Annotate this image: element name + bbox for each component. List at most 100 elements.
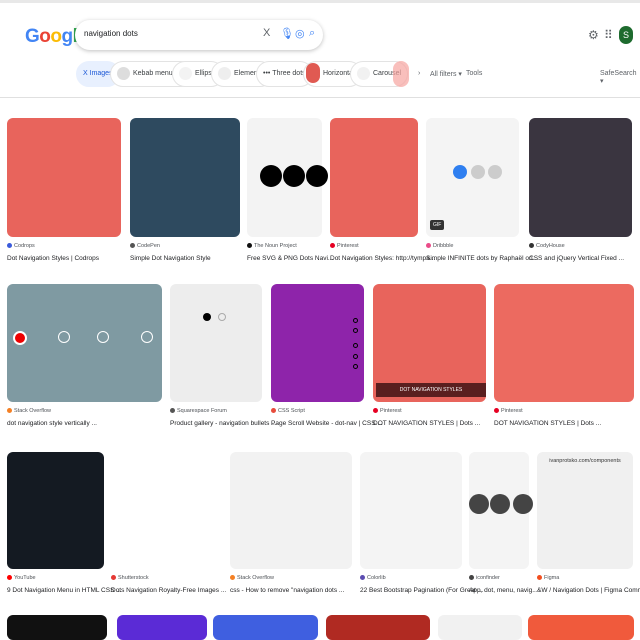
clear-icon[interactable]: X <box>263 27 270 39</box>
result-image[interactable] <box>326 615 430 640</box>
result-title[interactable]: Dot Navigation Styles: http://tympa... <box>330 255 435 262</box>
dot-graphic <box>141 331 153 343</box>
all-filters-button[interactable]: All filters ▾ <box>430 70 462 78</box>
tools-button[interactable]: Tools <box>466 70 482 77</box>
result-title[interactable]: Product gallery - navigation bullets ... <box>170 420 277 427</box>
favicon-icon <box>170 408 175 414</box>
result-title[interactable]: Free SVG & PNG Dots Navi... <box>247 255 333 262</box>
result-image[interactable] <box>528 615 634 640</box>
result-image[interactable] <box>7 452 104 569</box>
result-source[interactable]: iconfinder <box>469 575 500 581</box>
result-title[interactable]: &W / Navigation Dots | Figma Commu... <box>537 587 640 594</box>
favicon-icon <box>111 575 116 581</box>
lens-icon[interactable]: ◎ <box>295 27 305 40</box>
result-source[interactable]: YouTube <box>7 575 36 581</box>
result-title[interactable]: Dots Navigation Royalty-Free Images ... <box>111 587 226 594</box>
result-title[interactable]: DOT NAVIGATION STYLES | Dots ... <box>373 420 480 427</box>
result-source[interactable]: Codrops <box>7 243 35 249</box>
result-image[interactable] <box>7 284 162 402</box>
source-label: CodePen <box>137 243 160 249</box>
dot-graphic <box>513 494 533 514</box>
source-label: The Noun Project <box>254 243 297 249</box>
source-label: CodyHouse <box>536 243 565 249</box>
result-image[interactable] <box>170 284 262 402</box>
chip-thumb <box>179 66 192 80</box>
result-image[interactable] <box>7 118 121 237</box>
dot-graphic <box>453 165 467 179</box>
result-source[interactable]: Squarespace Forum <box>170 408 227 414</box>
result-title[interactable]: Simple INFINITE dots by Raphaël on... <box>426 255 538 262</box>
favicon-icon <box>7 408 12 414</box>
result-title[interactable]: css - How to remove "navigation dots ... <box>230 587 344 594</box>
result-image[interactable] <box>111 452 222 569</box>
top-border <box>0 0 640 3</box>
source-label: Codrops <box>14 243 35 249</box>
avatar[interactable]: S <box>619 26 633 44</box>
result-title[interactable]: 22 Best Bootstrap Pagination (For Great … <box>360 587 483 594</box>
dot-graphic <box>13 331 27 345</box>
result-source[interactable]: Stack Overflow <box>230 575 274 581</box>
source-label: Pinterest <box>380 408 402 414</box>
result-title[interactable]: CSS and jQuery Vertical Fixed ... <box>529 255 624 262</box>
result-image[interactable] <box>330 118 418 237</box>
result-image[interactable] <box>117 615 207 640</box>
source-label: Stack Overflow <box>14 408 51 414</box>
favicon-icon <box>7 243 12 249</box>
dot-graphic <box>306 165 328 187</box>
dot-graphic <box>490 494 510 514</box>
result-title[interactable]: Dot Navigation Styles | Codrops <box>7 255 99 262</box>
result-source[interactable]: Stack Overflow <box>7 408 51 414</box>
dot-graphic <box>469 494 489 514</box>
settings-icon[interactable]: ⚙ <box>588 28 599 42</box>
result-image[interactable] <box>230 452 352 569</box>
chips-next-button[interactable]: › <box>418 70 420 77</box>
result-image[interactable] <box>537 452 633 569</box>
search-box[interactable]: navigation dots X 🎙 ◎ ⌕ <box>75 20 323 50</box>
safesearch-button[interactable]: SafeSearch ▾ <box>600 70 640 85</box>
divider <box>0 97 640 98</box>
result-source[interactable]: CodyHouse <box>529 243 565 249</box>
result-image[interactable] <box>271 284 364 402</box>
result-image[interactable] <box>360 452 462 569</box>
apps-icon[interactable]: ⠿ <box>604 28 613 42</box>
favicon-icon <box>247 243 252 249</box>
result-image[interactable] <box>130 118 240 237</box>
result-source[interactable]: Pinterest <box>494 408 523 414</box>
result-source[interactable]: Pinterest <box>373 408 402 414</box>
result-image[interactable] <box>494 284 634 402</box>
chip-more-thumb[interactable] <box>393 61 409 87</box>
result-source[interactable]: The Noun Project <box>247 243 297 249</box>
result-title[interactable]: DOT NAVIGATION STYLES | Dots ... <box>494 420 601 427</box>
chip-thumb <box>306 63 320 84</box>
result-title[interactable]: Page Scroll Website - dot-nav | CSS ... <box>271 420 383 427</box>
dots-icon: ••• <box>263 70 271 77</box>
dot-graphic <box>353 354 358 359</box>
result-source[interactable]: CSS Script <box>271 408 305 414</box>
chip-thumb <box>357 66 370 80</box>
result-source[interactable]: Colorlib <box>360 575 386 581</box>
favicon-icon <box>271 408 276 414</box>
result-source[interactable]: Pinterest <box>330 243 359 249</box>
result-source[interactable]: Shutterstock <box>111 575 149 581</box>
result-title[interactable]: 9 Dot Navigation Menu in HTML CSS ... <box>7 587 122 594</box>
result-image[interactable] <box>213 615 318 640</box>
favicon-icon <box>494 408 499 414</box>
result-source[interactable]: Figma <box>537 575 559 581</box>
result-image[interactable] <box>438 615 522 640</box>
result-image[interactable] <box>529 118 632 237</box>
source-label: Dribbble <box>433 243 454 249</box>
source-label: Colorlib <box>367 575 386 581</box>
dot-graphic <box>353 343 358 348</box>
result-title[interactable]: dot navigation style vertically ... <box>7 420 97 427</box>
result-image[interactable] <box>7 615 107 640</box>
search-icon[interactable]: ⌕ <box>309 27 315 40</box>
favicon-icon <box>7 575 12 581</box>
microphone-icon[interactable]: 🎙 <box>280 27 294 40</box>
search-input[interactable]: navigation dots <box>84 29 138 38</box>
source-label: Stack Overflow <box>237 575 274 581</box>
source-label: YouTube <box>14 575 36 581</box>
result-source[interactable]: CodePen <box>130 243 160 249</box>
result-title[interactable]: App, dot, menu, navig... <box>469 587 538 594</box>
result-source[interactable]: Dribbble <box>426 243 453 249</box>
result-title[interactable]: Simple Dot Navigation Style <box>130 255 211 262</box>
